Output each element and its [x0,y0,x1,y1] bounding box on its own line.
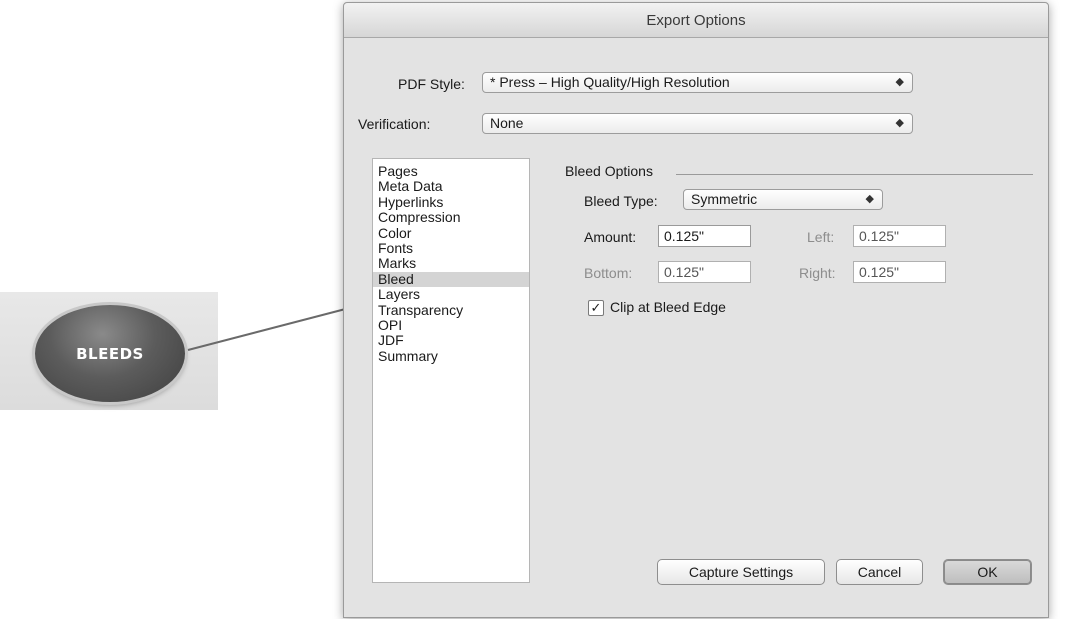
pdf-style-value: * Press – High Quality/High Resolution [490,74,730,90]
pdf-style-label: PDF Style: [398,76,465,92]
bleeds-callout: BLEEDS [35,305,185,402]
sidebar-item-opi[interactable]: OPI [373,317,529,333]
bottom-label: Bottom: [584,265,633,281]
export-options-dialog: Export Options PDF Style: * Press – High… [343,2,1049,618]
checkmark-icon: ✓ [590,300,602,315]
sidebar-item-compression[interactable]: Compression [373,209,529,225]
sidebar-item-bleed[interactable]: Bleed [373,271,529,288]
bleed-options-heading: Bleed Options [565,163,653,179]
amount-label: Amount: [584,229,637,245]
verification-value: None [490,115,524,131]
popup-arrows-icon: ◆ [895,76,904,88]
sidebar-item-pages[interactable]: Pages [373,163,529,179]
pdf-style-select[interactable]: * Press – High Quality/High Resolution ◆ [482,72,913,93]
clip-at-bleed-label: Clip at Bleed Edge [610,299,726,315]
popup-arrows-icon: ◆ [895,117,904,129]
sidebar-item-marks[interactable]: Marks [373,256,529,272]
cancel-button[interactable]: Cancel [836,559,923,585]
sidebar-item-jdf[interactable]: JDF [373,333,529,349]
ok-button[interactable]: OK [943,559,1032,585]
capture-settings-button[interactable]: Capture Settings [657,559,825,585]
verification-select[interactable]: None ◆ [482,113,913,134]
options-category-list: Pages Meta Data Hyperlinks Compression C… [372,158,530,583]
left-field[interactable]: 0.125" [853,225,946,247]
clip-at-bleed-checkbox[interactable]: ✓ [588,300,604,316]
sidebar-item-hyperlinks[interactable]: Hyperlinks [373,194,529,210]
bleed-type-value: Symmetric [691,191,758,207]
sidebar-item-summary[interactable]: Summary [373,348,529,364]
bottom-field[interactable]: 0.125" [658,261,751,283]
callout-label: BLEEDS [76,344,144,363]
bleed-type-select[interactable]: Symmetric ◆ [683,189,883,210]
popup-arrows-icon: ◆ [865,193,874,205]
section-divider [676,174,1033,175]
sidebar-item-color[interactable]: Color [373,225,529,241]
amount-field[interactable]: 0.125" [658,225,751,247]
sidebar-item-fonts[interactable]: Fonts [373,240,529,256]
right-field[interactable]: 0.125" [853,261,946,283]
bleed-type-label: Bleed Type: [584,193,658,209]
verification-label: Verification: [358,116,431,132]
dialog-title: Export Options [344,3,1048,38]
sidebar-item-meta-data[interactable]: Meta Data [373,178,529,194]
left-label: Left: [807,229,835,245]
sidebar-item-layers[interactable]: Layers [373,286,529,302]
sidebar-item-transparency[interactable]: Transparency [373,302,529,318]
right-label: Right: [799,265,836,281]
